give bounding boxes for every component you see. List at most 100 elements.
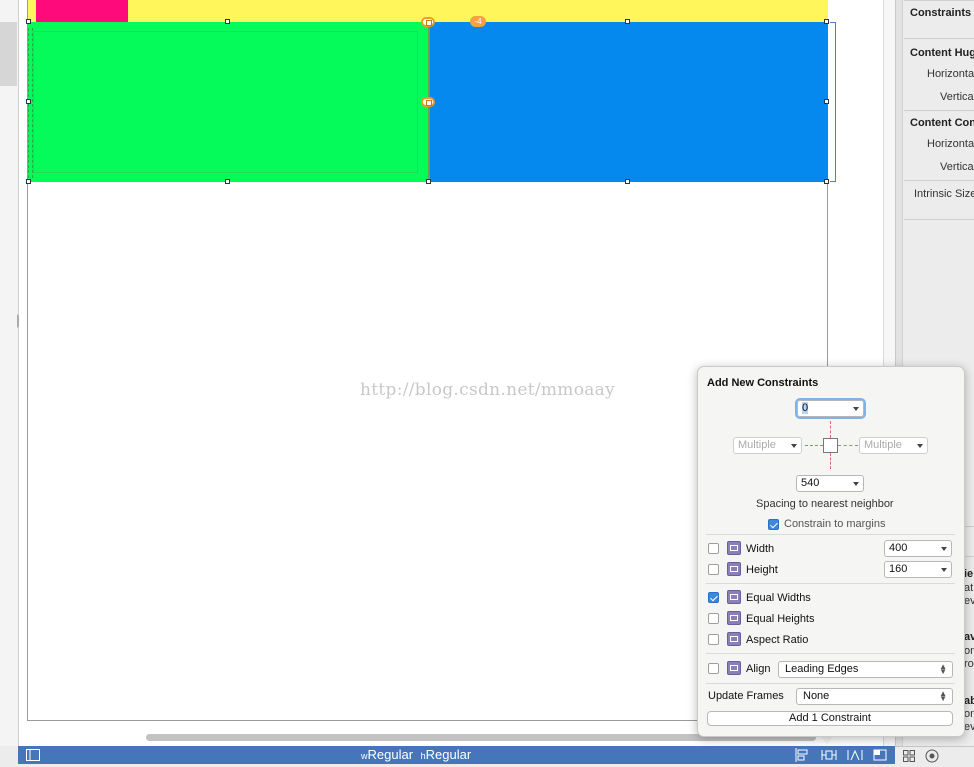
size-class-height: Regular [425,747,472,762]
inspector-clipped-text: av [964,631,974,643]
aspect-ratio-checkbox[interactable] [708,634,719,645]
update-frames-label: Update Frames [708,690,784,702]
resize-handle[interactable] [426,179,431,184]
width-value: 400 [889,542,908,554]
equal-heights-label[interactable]: Equal Heights [746,613,815,625]
pink-view[interactable] [36,0,128,22]
add-constraints-popover: Add New Constraints 0 Multiple Multiple … [697,366,965,737]
size-class-width: Regular [367,747,414,762]
bottom-spacing-strut[interactable] [830,453,832,469]
inspector-clipped-text: ie [964,568,974,580]
resize-handle[interactable] [824,99,829,104]
left-spacing-field[interactable]: Multiple [733,437,802,454]
resize-handle[interactable] [26,179,31,184]
inspector-bottom-bar [895,746,974,765]
equal-widths-label[interactable]: Equal Widths [746,592,811,604]
resize-handle[interactable] [625,179,630,184]
height-constraint-icon [727,562,741,576]
resize-handle[interactable] [824,19,829,24]
resize-handle[interactable] [625,19,630,24]
inspector-clipped-text: ev [964,595,974,607]
constraint-pin-icon[interactable] [421,97,435,107]
align-value: Leading Edges [785,663,859,675]
size-class-selector[interactable]: wRegular hRegular [361,746,471,765]
right-spacing-strut[interactable] [838,445,858,447]
constraints-header[interactable]: Constraints [910,7,971,19]
inspector-clipped-text: on [964,708,974,720]
green-view-selection-outline [33,31,418,173]
align-popup[interactable]: Leading Edges ▲ ▼ [778,661,953,678]
left-spacing-strut[interactable] [805,445,823,447]
spacing-label: Spacing to nearest neighbor [756,498,894,510]
resize-handle[interactable] [824,179,829,184]
update-frames-popup[interactable]: None ▲ ▼ [796,688,953,705]
resize-handle[interactable] [26,19,31,24]
toggle-outline-icon[interactable] [26,746,40,766]
inspector-clipped-text: ab [964,695,974,707]
constrain-margins-label[interactable]: Constrain to margins [784,518,886,530]
height-value: 160 [889,563,908,575]
inspector-separator [904,0,974,1]
compression-horizontal-label: Horizonta [927,138,974,150]
object-library-icon[interactable] [925,749,939,766]
hugging-vertical-label: Vertica [940,91,974,103]
inspector-separator [904,38,974,39]
equal-heights-icon [727,611,741,625]
left-spacing-value: Multiple [738,439,776,451]
watermark-text: http://blog.csdn.net/mmoaay [360,380,616,400]
top-spacing-field[interactable]: 0 [795,398,866,419]
inspector-clipped-text: on [964,645,974,657]
popover-separator [706,583,955,584]
inspector-separator [904,180,974,181]
left-panel-strip [0,0,19,746]
add-constraint-button[interactable]: Add 1 Constraint [707,711,953,726]
content-hugging-header: Content Hug [910,47,974,59]
intrinsic-size-label: Intrinsic Size [914,188,974,200]
width-checkbox[interactable] [708,543,719,554]
width-constraint-icon [727,541,741,555]
compression-header: Content Con [910,117,974,129]
height-bracket [830,22,836,182]
constrain-margins-checkbox[interactable] [768,519,779,530]
align-label[interactable]: Align [746,663,770,675]
popover-separator [706,683,955,684]
align-checkbox[interactable] [708,663,719,674]
inspector-separator [904,110,974,111]
update-frames-value: None [803,690,830,702]
aspect-ratio-icon [727,632,741,646]
align-constraint-icon [727,661,741,675]
left-panel-tab[interactable] [0,22,17,86]
equal-heights-checkbox[interactable] [708,613,719,624]
canvas-bottom-bar: wRegular hRegular [18,746,895,764]
right-spacing-field[interactable]: Multiple [859,437,928,454]
compression-vertical-label: Vertica [940,161,974,173]
blue-view[interactable] [430,22,828,182]
popover-separator [706,653,955,654]
constraint-conflict-badge[interactable]: -4 [470,16,486,27]
popover-title: Add New Constraints [707,377,819,389]
popup-arrows-icon: ▲ ▼ [939,689,947,703]
grid-view-icon[interactable] [903,750,915,765]
equal-widths-icon [727,590,741,604]
height-field[interactable]: 160 [884,561,952,578]
popover-separator [706,534,955,535]
inspector-clipped-text: ev [964,721,974,733]
popup-arrows-icon: ▲ ▼ [939,662,947,676]
height-checkbox[interactable] [708,564,719,575]
aspect-ratio-label[interactable]: Aspect Ratio [746,634,808,646]
bottom-spacing-field[interactable]: 540 [796,475,864,492]
width-label[interactable]: Width [746,543,774,555]
resize-handle[interactable] [225,179,230,184]
width-field[interactable]: 400 [884,540,952,557]
right-spacing-value: Multiple [864,439,902,451]
equal-widths-checkbox[interactable] [708,592,719,603]
top-spacing-strut[interactable] [830,421,832,438]
hugging-horizontal-label: Horizonta [927,68,974,80]
resize-handle[interactable] [225,19,230,24]
height-label[interactable]: Height [746,564,778,576]
inspector-separator [904,219,974,220]
constraint-pin-icon[interactable] [421,17,435,27]
top-spacing-value: 0 [802,402,809,414]
view-placeholder-box [823,438,838,453]
resize-handle[interactable] [26,99,31,104]
